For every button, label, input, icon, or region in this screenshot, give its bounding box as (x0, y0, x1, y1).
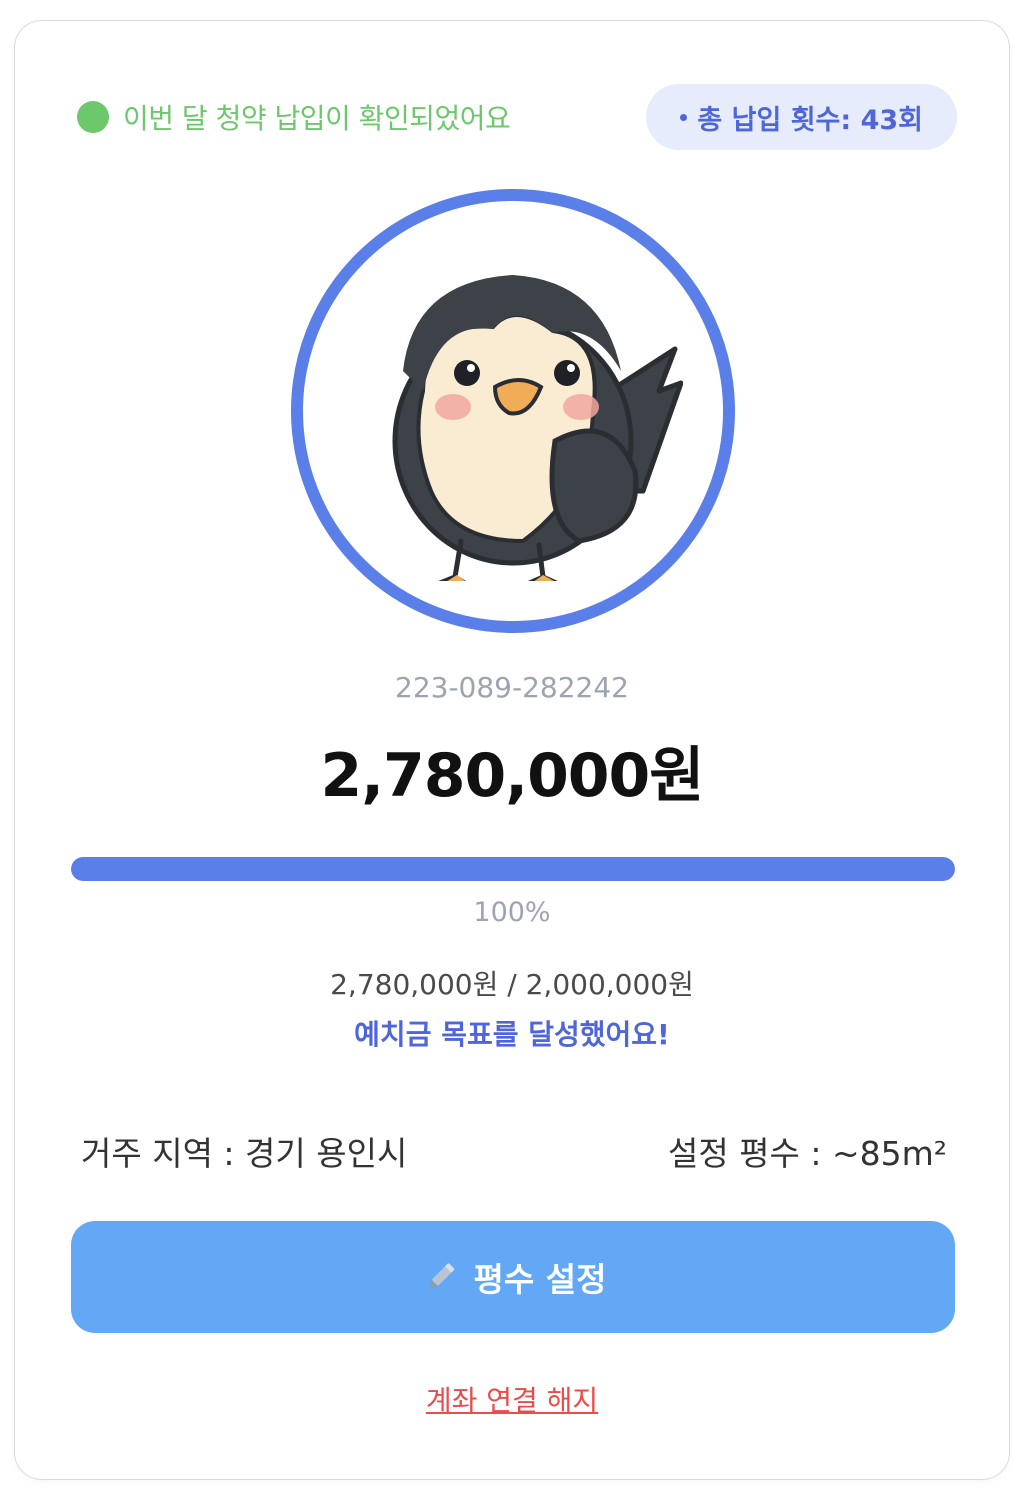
area-settings-label: 평수 설정 (473, 1260, 607, 1299)
account-balance: 2,780,000원 (320, 741, 704, 811)
goal-achieved-message: 예치금 목표를 달성했어요! (354, 1018, 670, 1051)
account-card: 이번 달 청약 납입이 확인되었어요 총 납입 횟수: 43회 223-089-… (14, 20, 1010, 1480)
account-info-row: 거주 지역 : 경기 용인시 설정 평수 : ~85m² (81, 1127, 947, 1175)
unlink-account-row: 계좌 연결 해지 (15, 1379, 1009, 1419)
unlink-account-link[interactable]: 계좌 연결 해지 (426, 1384, 598, 1417)
area-settings-button[interactable]: 평수 설정 (71, 1221, 955, 1333)
payment-status-text: 이번 달 청약 납입이 확인되었어요 (123, 102, 511, 135)
account-number: 223-089-282242 (395, 671, 629, 704)
deposit-progress-fill (71, 857, 955, 881)
progress-percent: 100% (473, 897, 551, 928)
payment-count-badge: 총 납입 횟수: 43회 (646, 84, 957, 150)
status-row: 이번 달 청약 납입이 확인되었어요 총 납입 횟수: 43회 (77, 84, 957, 150)
pencil-icon (420, 1257, 460, 1297)
payment-status: 이번 달 청약 납입이 확인되었어요 (77, 97, 511, 137)
deposit-summary: 2,780,000원 / 2,000,000원 (330, 968, 694, 1001)
bullet-icon (680, 113, 688, 121)
avatar (291, 189, 735, 633)
area-setting: 설정 평수 : ~85m² (667, 1134, 947, 1173)
payment-count-label: 총 납입 횟수: 43회 (697, 104, 923, 136)
deposit-progress-bar (71, 857, 955, 881)
residence-region: 거주 지역 : 경기 용인시 (81, 1134, 408, 1173)
penguin-bird-icon (392, 275, 683, 581)
status-dot-icon (77, 101, 109, 133)
